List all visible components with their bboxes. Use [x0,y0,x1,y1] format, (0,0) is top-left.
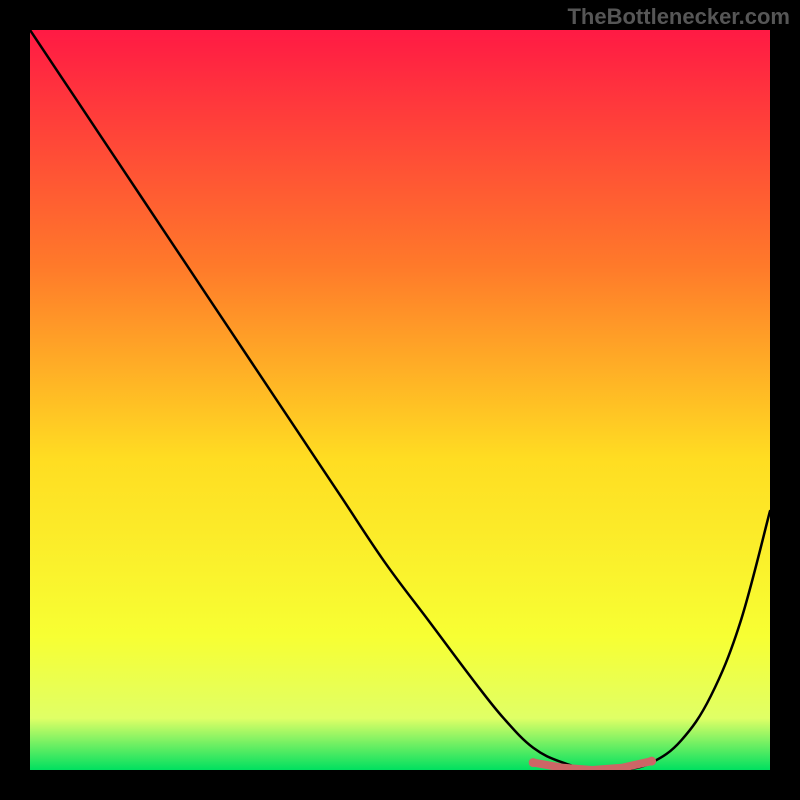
chart-svg [30,30,770,770]
plot-area [30,30,770,770]
chart-container: TheBottlenecker.com [0,0,800,800]
watermark-text: TheBottlenecker.com [567,4,790,30]
gradient-background [30,30,770,770]
